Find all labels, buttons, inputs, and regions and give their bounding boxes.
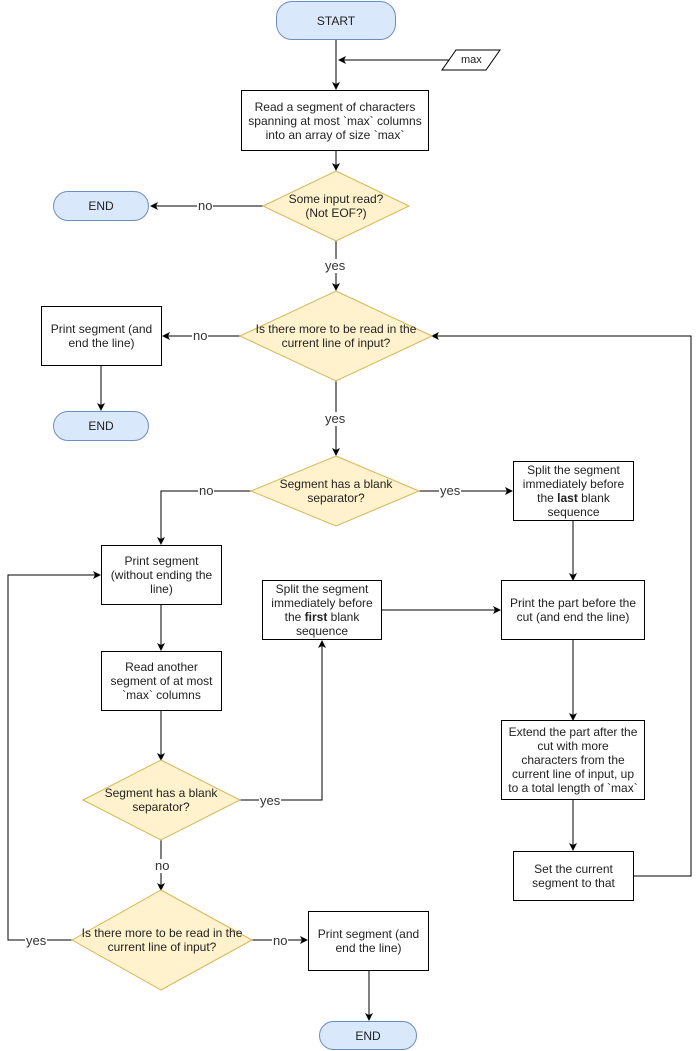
set-current-box: Set the current segment to that (513, 851, 634, 901)
label-no-more-1: no (192, 328, 209, 343)
decision-blank-sep-1-text: Segment has a blank separator? (279, 477, 393, 505)
split-first-bold: first (304, 610, 328, 624)
edge-more2-yes (7, 571, 101, 941)
end-terminal-2: END (53, 411, 149, 441)
label-yes-read: yes (324, 258, 347, 273)
end-terminal-3: END (319, 1021, 417, 1050)
end-terminal-1: END (53, 191, 149, 221)
split-last-bold: last (557, 491, 578, 505)
label-yes-blank-2: yes (259, 793, 282, 808)
label-yes-more-1: yes (324, 411, 347, 426)
decision-more-in-line-1-text: Is there more to be read in the current … (255, 322, 417, 350)
decision-blank-sep-2-text: Segment has a blank separator? (104, 786, 218, 814)
split-last-text: Split the segment immediately before the… (520, 463, 627, 519)
start-terminal: START (276, 1, 396, 40)
decision-more-in-line-2-text: Is there more to be read in the current … (81, 926, 243, 954)
label-no-blank-2: no (154, 858, 171, 873)
print-part-before-box: Print the part before the cut (and end t… (501, 580, 645, 640)
label-no-more-2: no (272, 933, 289, 948)
print-without-ending-box: Print segment (without ending the line) (101, 545, 222, 605)
input-max-label: max (461, 54, 482, 66)
extend-part-box: Extend the part after the cut with more … (501, 720, 645, 800)
edge-blank1-no (157, 490, 251, 545)
label-no-blank-1: no (198, 483, 215, 498)
print-end-line-box-1: Print segment (and end the line) (41, 306, 162, 366)
split-first-text: Split the segment immediately before the… (269, 582, 375, 638)
edge-blank2-yes (240, 640, 326, 801)
read-segment-box: Read a segment of characters spanning at… (241, 90, 429, 151)
label-yes-blank-1: yes (439, 483, 462, 498)
read-another-box: Read another segment of at most `max` co… (101, 651, 222, 711)
split-first-box: Split the segment immediately before the… (262, 580, 382, 640)
split-last-box: Split the segment immediately before the… (513, 461, 634, 521)
label-yes-more-2: yes (25, 933, 48, 948)
print-end-line-box-2: Print segment (and end the line) (308, 911, 429, 971)
decision-some-input-text: Some input read? (Not EOF?) (288, 192, 384, 220)
label-no-eof: no (197, 198, 214, 213)
